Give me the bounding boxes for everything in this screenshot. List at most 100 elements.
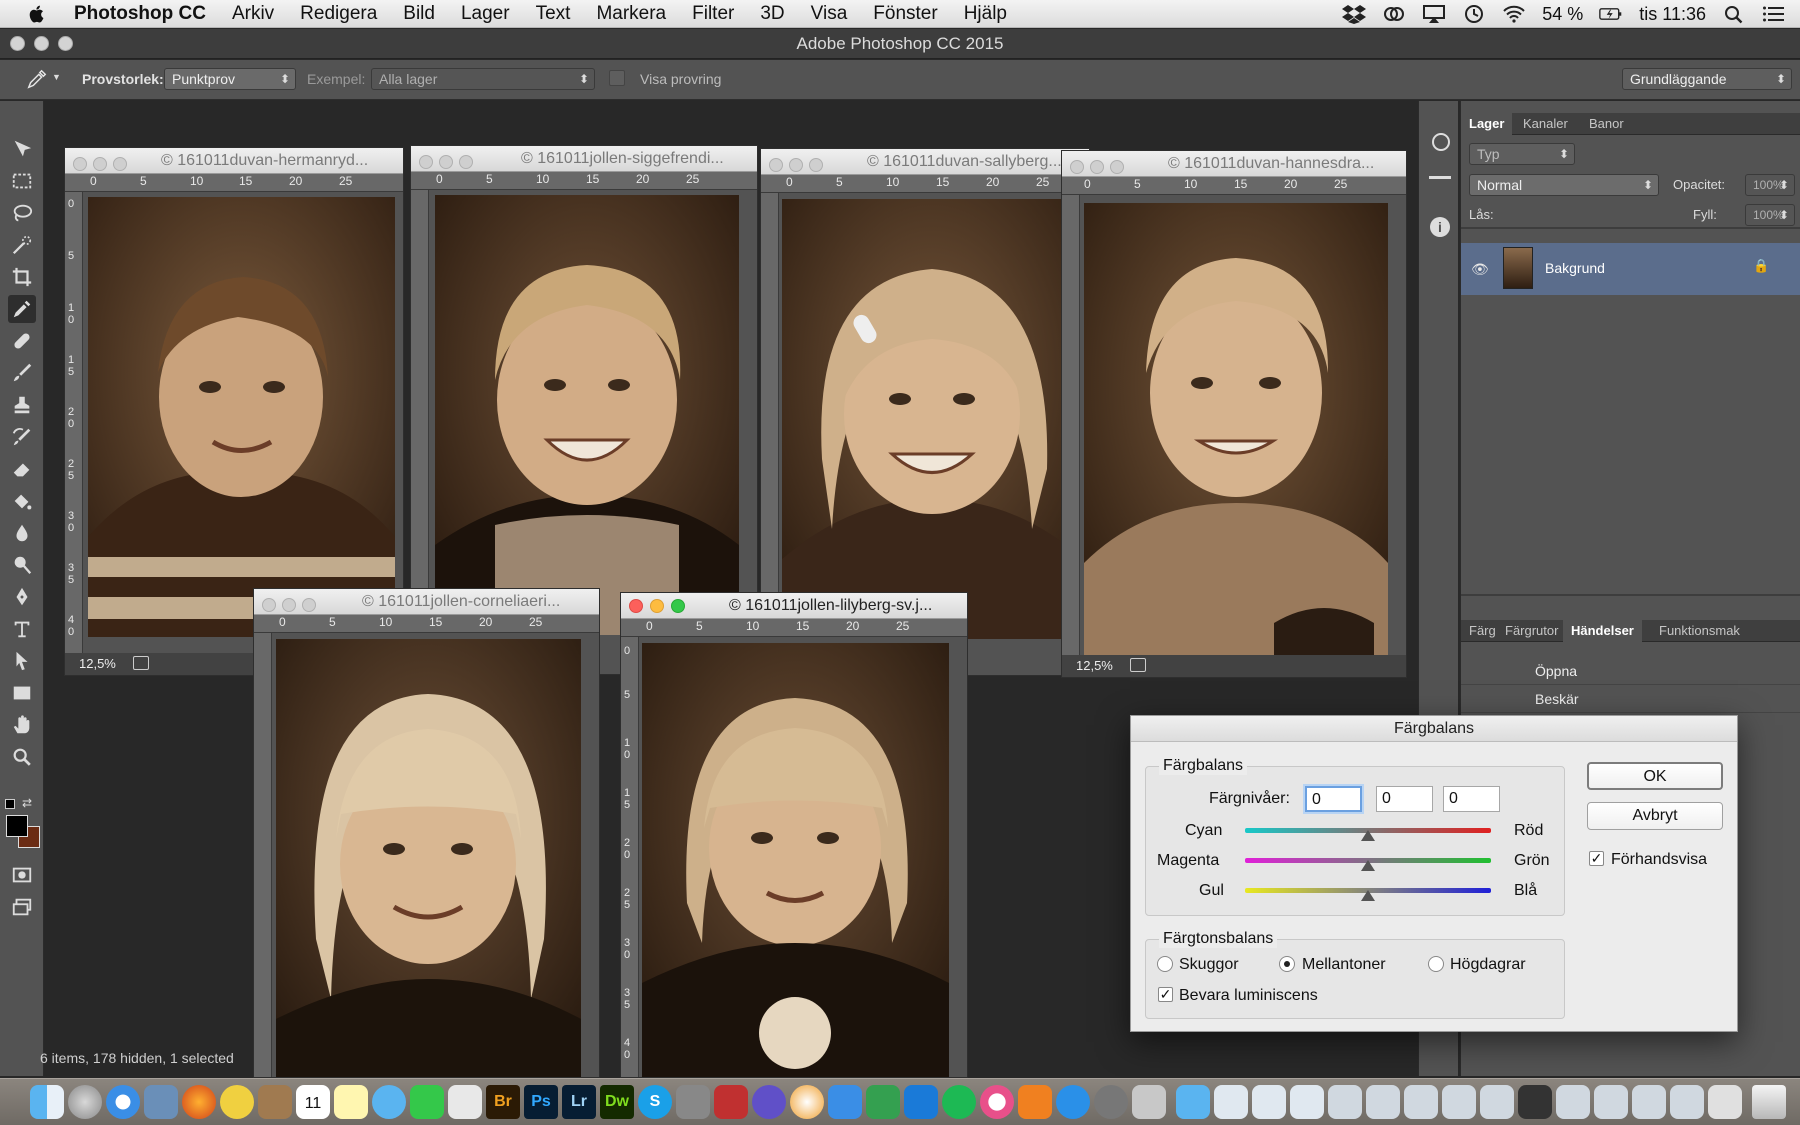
midtones-radio[interactable] bbox=[1279, 956, 1295, 972]
zoom-level[interactable]: 12,5% bbox=[1076, 658, 1113, 673]
clone-stamp-tool[interactable] bbox=[8, 391, 36, 419]
dropbox-icon[interactable] bbox=[1342, 4, 1367, 24]
document-titlebar[interactable]: © 161011duvan-hannesdra... bbox=[1062, 151, 1406, 177]
menu-text[interactable]: Text bbox=[523, 3, 584, 25]
tab-lager[interactable]: Lager bbox=[1461, 113, 1513, 135]
document-stack-icon[interactable] bbox=[1442, 1085, 1476, 1119]
spotify-icon[interactable] bbox=[942, 1085, 976, 1119]
opacity-field[interactable]: 100% bbox=[1745, 174, 1795, 196]
ibooks-icon[interactable] bbox=[1018, 1085, 1052, 1119]
document-stack-icon[interactable] bbox=[1708, 1085, 1742, 1119]
document-stack-icon[interactable] bbox=[1366, 1085, 1400, 1119]
menu-lager[interactable]: Lager bbox=[448, 3, 523, 25]
apple-icon[interactable] bbox=[24, 3, 50, 25]
firefox-icon[interactable] bbox=[182, 1085, 216, 1119]
document-window-hannesdra[interactable]: © 161011duvan-hannesdra... 0 5 10 15 20 25 12… bbox=[1061, 150, 1407, 678]
layer-filter-select[interactable]: Typ bbox=[1469, 143, 1575, 165]
tool-preset-dropdown-icon[interactable]: ▼ bbox=[52, 72, 61, 82]
paint-bucket-tool[interactable] bbox=[8, 487, 36, 515]
document-stack-icon[interactable] bbox=[1328, 1085, 1362, 1119]
menu-redigera[interactable]: Redigera bbox=[287, 3, 390, 25]
tab-banor[interactable]: Banor bbox=[1581, 113, 1632, 135]
document-stack-icon[interactable] bbox=[1290, 1085, 1324, 1119]
quick-selection-tool[interactable] bbox=[8, 231, 36, 259]
close-document-button[interactable] bbox=[629, 599, 643, 613]
action-row-oppna[interactable]: Öppna bbox=[1461, 659, 1800, 685]
airplay-icon[interactable] bbox=[1422, 4, 1446, 24]
document-stack-icon[interactable] bbox=[1556, 1085, 1590, 1119]
pen-tool[interactable] bbox=[8, 583, 36, 611]
eyedropper-tool-preset-icon[interactable] bbox=[26, 68, 48, 90]
imovie-icon[interactable] bbox=[752, 1085, 786, 1119]
menu-3d[interactable]: 3D bbox=[747, 3, 797, 25]
zoom-level[interactable]: 12,5% bbox=[79, 656, 116, 671]
brush-tool[interactable] bbox=[8, 359, 36, 387]
folder-app-icon[interactable] bbox=[258, 1085, 292, 1119]
document-titlebar[interactable]: © 161011jollen-siggefrendi... bbox=[411, 146, 757, 172]
tab-funktionsmak[interactable]: Funktionsmak bbox=[1651, 620, 1748, 642]
menu-visa[interactable]: Visa bbox=[798, 3, 861, 25]
minimize-document-button[interactable] bbox=[650, 599, 664, 613]
photoshop-icon[interactable]: Ps bbox=[524, 1085, 558, 1119]
crop-tool[interactable] bbox=[8, 263, 36, 291]
histogram-icon[interactable] bbox=[1429, 167, 1451, 179]
menu-hjalp[interactable]: Hjälp bbox=[951, 3, 1020, 25]
cyberduck-icon[interactable] bbox=[220, 1085, 254, 1119]
menu-bild[interactable]: Bild bbox=[390, 3, 448, 25]
document-stack-icon[interactable] bbox=[1404, 1085, 1438, 1119]
menu-fonster[interactable]: Fönster bbox=[860, 3, 950, 25]
battery-icon[interactable] bbox=[1599, 4, 1623, 24]
launchpad-icon[interactable] bbox=[68, 1085, 102, 1119]
document-stack-icon[interactable] bbox=[1518, 1085, 1552, 1119]
swap-colors-icon[interactable]: ⇄ bbox=[22, 796, 32, 810]
spotlight-icon[interactable] bbox=[1722, 4, 1746, 24]
sample-size-select[interactable]: Punktprov bbox=[164, 68, 296, 90]
document-stack-icon[interactable] bbox=[1214, 1085, 1248, 1119]
trash-icon[interactable] bbox=[1752, 1085, 1786, 1119]
blur-tool[interactable] bbox=[8, 519, 36, 547]
preview-icon[interactable] bbox=[144, 1085, 178, 1119]
info-icon[interactable]: i bbox=[1430, 217, 1450, 237]
app-menu[interactable]: Photoshop CC bbox=[68, 3, 219, 25]
system-preferences-icon[interactable] bbox=[1094, 1085, 1128, 1119]
document-window-lilyberg[interactable]: © 161011jollen-lilyberg-sv.j... 0 5 10 15 20… bbox=[620, 592, 968, 1078]
time-machine-icon[interactable] bbox=[1462, 4, 1486, 24]
photo-booth-icon[interactable] bbox=[714, 1085, 748, 1119]
menu-filter[interactable]: Filter bbox=[679, 3, 747, 25]
photos-icon[interactable] bbox=[790, 1085, 824, 1119]
cyan-red-level-input[interactable]: 0 bbox=[1305, 786, 1362, 812]
wifi-icon[interactable] bbox=[1502, 4, 1526, 24]
calculator-icon[interactable] bbox=[1132, 1085, 1166, 1119]
minimize-window-button[interactable] bbox=[34, 36, 49, 51]
layer-row-bakgrund[interactable]: 👁 Bakgrund 🔒 bbox=[1461, 243, 1800, 295]
cancel-button[interactable]: Avbryt bbox=[1587, 802, 1723, 830]
messages-icon[interactable] bbox=[372, 1085, 406, 1119]
tab-handelser[interactable]: Händelser bbox=[1563, 620, 1642, 642]
document-stack-icon[interactable] bbox=[1594, 1085, 1628, 1119]
share-icon[interactable] bbox=[1130, 658, 1146, 672]
eyedropper-tool[interactable] bbox=[8, 295, 36, 323]
default-colors-icon[interactable] bbox=[5, 799, 15, 809]
foreground-color-swatch[interactable] bbox=[6, 815, 28, 837]
cyan-red-slider-knob[interactable] bbox=[1361, 830, 1375, 841]
document-stack-icon[interactable] bbox=[1670, 1085, 1704, 1119]
menu-arkiv[interactable]: Arkiv bbox=[219, 3, 287, 25]
app-store-icon[interactable] bbox=[1056, 1085, 1090, 1119]
marquee-tool[interactable] bbox=[8, 167, 36, 195]
magenta-green-level-input[interactable]: 0 bbox=[1376, 786, 1433, 812]
ok-button[interactable]: OK bbox=[1587, 762, 1723, 790]
zoom-window-button[interactable] bbox=[58, 36, 73, 51]
finder-icon[interactable] bbox=[30, 1085, 64, 1119]
shadows-radio[interactable] bbox=[1157, 956, 1173, 972]
pages-icon[interactable] bbox=[828, 1085, 862, 1119]
tab-fargrutor[interactable]: Färgrutor bbox=[1497, 620, 1566, 642]
eraser-tool[interactable] bbox=[8, 455, 36, 483]
share-icon[interactable] bbox=[133, 656, 149, 670]
notes-icon[interactable] bbox=[334, 1085, 368, 1119]
blend-mode-select[interactable]: Normal bbox=[1469, 174, 1659, 196]
skype-icon[interactable]: S bbox=[638, 1085, 672, 1119]
zoom-tool[interactable] bbox=[8, 743, 36, 771]
calendar-icon[interactable]: 11 bbox=[296, 1085, 330, 1119]
image-capture-icon[interactable] bbox=[676, 1085, 710, 1119]
document-titlebar[interactable]: © 161011jollen-corneliaeri... bbox=[254, 589, 599, 615]
